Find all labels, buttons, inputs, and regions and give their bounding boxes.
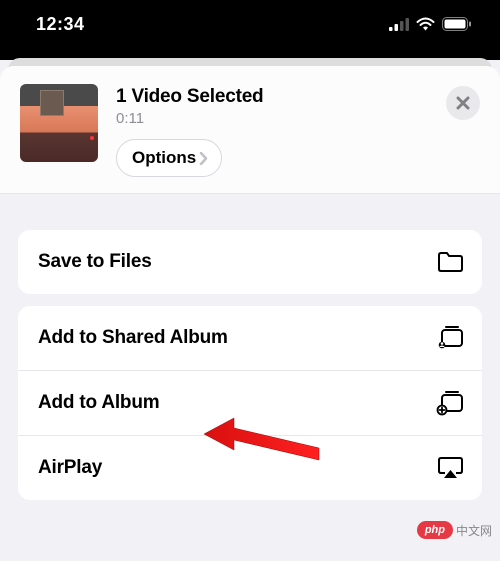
status-time: 12:34 (36, 14, 85, 35)
header-title: 1 Video Selected (116, 86, 446, 108)
status-icons (389, 17, 472, 31)
add-album-icon (436, 389, 464, 417)
save-to-files-row[interactable]: Save to Files (18, 230, 482, 294)
shared-album-icon (436, 324, 464, 352)
chevron-right-icon (199, 152, 208, 165)
action-label: Add to Album (38, 392, 159, 414)
folder-icon (436, 248, 464, 276)
options-button[interactable]: Options (116, 139, 222, 177)
airplay-icon (436, 454, 464, 482)
actions-list: Save to Files Add to Shared Album Add to… (0, 194, 500, 500)
add-to-album-row[interactable]: Add to Album (18, 370, 482, 435)
watermark-text: 中文网 (456, 522, 492, 539)
watermark-brand: php (417, 521, 453, 539)
status-bar: 12:34 (0, 0, 500, 48)
video-thumbnail[interactable] (20, 84, 98, 162)
action-group: Add to Shared Album Add to Album AirPlay (18, 306, 482, 500)
close-icon (456, 96, 470, 110)
battery-icon (442, 17, 472, 31)
cellular-icon (389, 18, 409, 31)
action-group: Save to Files (18, 230, 482, 294)
options-label: Options (132, 148, 196, 168)
wifi-icon (416, 17, 435, 31)
add-to-shared-album-row[interactable]: Add to Shared Album (18, 306, 482, 370)
share-sheet: 1 Video Selected 0:11 Options Save to Fi… (0, 66, 500, 561)
header-duration: 0:11 (116, 110, 446, 127)
action-label: Add to Shared Album (38, 327, 228, 349)
action-label: Save to Files (38, 251, 152, 273)
action-label: AirPlay (38, 457, 102, 479)
sheet-header: 1 Video Selected 0:11 Options (0, 66, 500, 194)
close-button[interactable] (446, 86, 480, 120)
watermark: php 中文网 (417, 521, 492, 539)
airplay-row[interactable]: AirPlay (18, 435, 482, 500)
header-info: 1 Video Selected 0:11 Options (98, 84, 446, 177)
